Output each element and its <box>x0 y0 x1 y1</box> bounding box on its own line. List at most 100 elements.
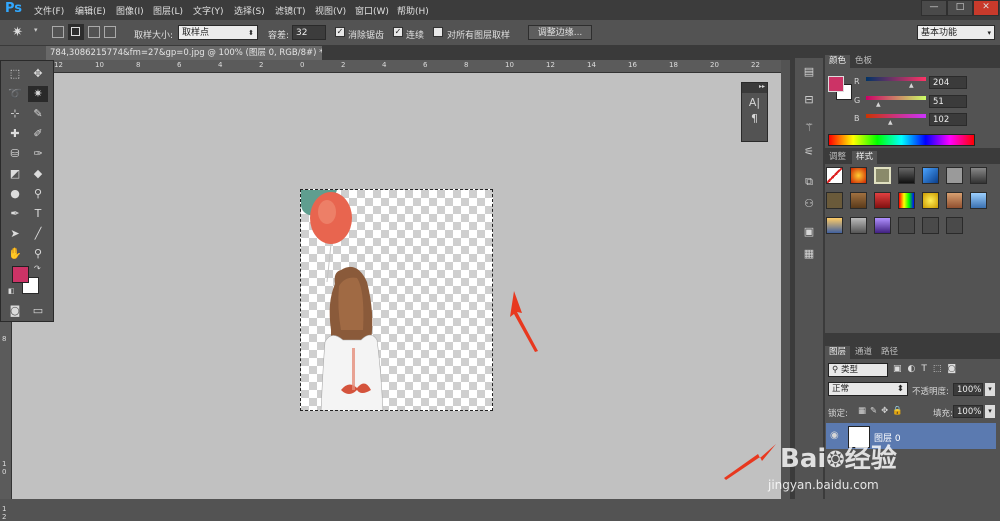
tab-swatches[interactable]: 色板 <box>851 55 876 68</box>
panel-collapse-icon[interactable]: ▸▸ <box>742 83 767 93</box>
magic-wand-icon[interactable]: ✷ <box>12 25 23 40</box>
antialias-checkbox[interactable]: ✓ <box>335 27 345 37</box>
style-swatch[interactable] <box>946 167 963 184</box>
channel-g-value[interactable]: 51 <box>929 95 967 108</box>
paragraph-icon[interactable]: ¶ <box>742 112 767 125</box>
style-swatch[interactable] <box>898 217 915 234</box>
minimize-button[interactable]: — <box>921 0 947 16</box>
fill-arrow-icon[interactable]: ▾ <box>985 405 995 418</box>
slider-r-track[interactable] <box>866 77 926 81</box>
layer-filter-icons[interactable]: ▣◐T⬚◙ <box>893 364 962 374</box>
style-swatch[interactable] <box>874 217 891 234</box>
style-swatch[interactable] <box>826 192 843 209</box>
path-selection-icon[interactable]: ➤ <box>5 226 25 242</box>
add-selection-icon[interactable] <box>68 24 84 40</box>
style-swatch[interactable] <box>922 192 939 209</box>
channel-b-value[interactable]: 102 <box>929 113 967 126</box>
crop-tool-icon[interactable]: ⊹ <box>5 106 25 122</box>
sample-size-dropdown[interactable]: 取样点 ⬍ <box>178 25 258 40</box>
zoom-tool-icon[interactable]: ⚲ <box>28 246 48 262</box>
menu-select[interactable]: 选择(S) <box>234 4 265 17</box>
hand-tool-icon[interactable]: ✋ <box>5 246 25 262</box>
move-tool-icon[interactable]: ✥ <box>28 66 48 82</box>
lasso-tool-icon[interactable]: ➰ <box>5 86 25 102</box>
style-swatch[interactable] <box>826 167 843 184</box>
blend-mode-dropdown[interactable]: 正常 ⬍ <box>828 382 908 396</box>
eyedropper-tool-icon[interactable]: ✎ <box>28 106 48 122</box>
slider-g-handle[interactable]: ▲ <box>876 101 881 108</box>
document-image[interactable] <box>300 189 493 411</box>
brush-tool-icon[interactable]: ✐ <box>28 126 48 142</box>
color-fg-swatch[interactable] <box>828 76 844 92</box>
slider-g-track[interactable] <box>866 96 926 100</box>
workspace-dropdown[interactable]: 基本功能 ▾ <box>917 25 995 40</box>
refine-edge-button[interactable]: 调整边缘... <box>528 25 592 40</box>
clone-stamp-icon[interactable]: ⛁ <box>5 146 25 162</box>
contiguous-checkbox[interactable]: ✓ <box>393 27 403 37</box>
style-swatch[interactable] <box>922 217 939 234</box>
pen-tool-icon[interactable]: ✒ <box>5 206 25 222</box>
tab-channels[interactable]: 通道 <box>851 346 876 359</box>
foreground-color-swatch-top[interactable] <box>12 266 29 283</box>
paint-bucket-icon[interactable]: ◆ <box>28 166 48 182</box>
menu-image[interactable]: 图像(I) <box>116 4 144 17</box>
slider-b-track[interactable] <box>866 114 926 118</box>
new-selection-icon[interactable] <box>52 26 64 38</box>
style-swatch[interactable] <box>970 192 987 209</box>
menu-layer[interactable]: 图层(L) <box>153 4 183 17</box>
fill-value[interactable]: 100% <box>953 405 983 418</box>
marquee-tool-icon[interactable]: ⬚ <box>5 66 25 82</box>
sample-all-layers-checkbox[interactable] <box>433 27 443 37</box>
healing-brush-icon[interactable]: ✚ <box>5 126 25 142</box>
style-swatch[interactable] <box>826 217 843 234</box>
slider-r-handle[interactable]: ▲ <box>909 82 914 89</box>
magic-wand-tool-icon[interactable]: ✷ <box>28 86 48 102</box>
tab-styles[interactable]: 样式 <box>852 151 878 164</box>
menu-edit[interactable]: 编辑(E) <box>75 4 106 17</box>
document-tab[interactable]: 784,3086215774&fm=27&gp=0.jpg @ 100% (图层… <box>46 46 322 60</box>
type-tool-icon[interactable]: T <box>28 206 48 222</box>
opacity-value[interactable]: 100% <box>953 383 983 396</box>
style-swatch[interactable] <box>946 217 963 234</box>
intersect-selection-icon[interactable] <box>104 26 116 38</box>
style-swatch[interactable] <box>922 167 939 184</box>
tolerance-input[interactable]: 32 <box>292 25 326 40</box>
style-swatch[interactable] <box>874 192 891 209</box>
restore-button[interactable]: □ <box>947 0 973 16</box>
tab-layers[interactable]: 图层 <box>825 346 851 359</box>
screen-mode-icon[interactable]: ▭ <box>28 303 48 319</box>
menu-help[interactable]: 帮助(H) <box>397 4 429 17</box>
blur-tool-icon[interactable]: ● <box>5 186 25 202</box>
style-swatch[interactable] <box>874 167 891 184</box>
dodge-tool-icon[interactable]: ⚲ <box>28 186 48 202</box>
menu-view[interactable]: 视图(V) <box>315 4 346 17</box>
brush-panel-icon[interactable]: ⚚ <box>798 120 820 136</box>
color-spectrum-bar[interactable] <box>828 134 975 146</box>
style-swatch[interactable] <box>850 167 867 184</box>
quick-mask-icon[interactable]: ◙ <box>5 303 25 319</box>
tab-adjustments[interactable]: 调整 <box>825 151 850 164</box>
history-icon[interactable]: ▤ <box>798 64 820 80</box>
style-swatch[interactable] <box>898 192 915 209</box>
style-swatch[interactable] <box>970 167 987 184</box>
channel-r-value[interactable]: 204 <box>929 76 967 89</box>
eraser-tool-icon[interactable]: ◩ <box>5 166 25 182</box>
tool-presets-icon[interactable]: ⚇ <box>798 196 820 212</box>
history-brush-icon[interactable]: ✑ <box>28 146 48 162</box>
swap-colors-icon[interactable]: ↷ <box>34 264 41 273</box>
character-icon[interactable]: A| <box>742 96 767 109</box>
style-swatch[interactable] <box>898 167 915 184</box>
menu-filter[interactable]: 滤镜(T) <box>275 4 306 17</box>
default-colors-icon[interactable]: ◧ <box>8 287 15 295</box>
style-swatch[interactable] <box>946 192 963 209</box>
notes-icon[interactable]: ▣ <box>798 224 820 240</box>
menu-type[interactable]: 文字(Y) <box>193 4 224 17</box>
menu-window[interactable]: 窗口(W) <box>355 4 389 17</box>
opacity-arrow-icon[interactable]: ▾ <box>985 383 995 396</box>
subtract-selection-icon[interactable] <box>88 26 100 38</box>
menu-file[interactable]: 文件(F) <box>34 4 64 17</box>
line-tool-icon[interactable]: ╱ <box>28 226 48 242</box>
actions-icon[interactable]: ▦ <box>798 246 820 262</box>
chevron-down-icon[interactable]: ▾ <box>34 26 38 34</box>
style-swatch[interactable] <box>850 217 867 234</box>
